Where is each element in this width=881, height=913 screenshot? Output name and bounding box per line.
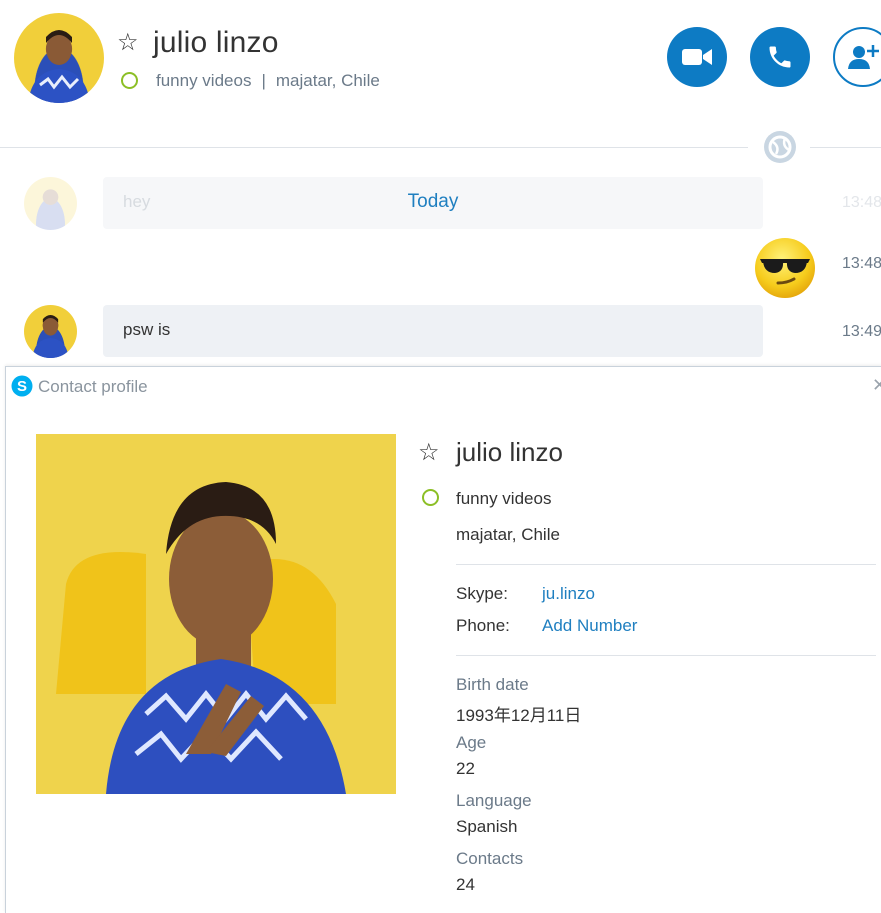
timeline-divider [810,147,881,148]
globe-icon [764,131,796,163]
add-contact-button[interactable] [833,27,881,87]
profile-location: majatar, Chile [456,525,560,544]
presence-status-icon [121,72,138,89]
message-text: psw is [123,320,171,339]
audio-call-button[interactable] [750,27,810,87]
profile-photo[interactable] [36,434,396,794]
language-value: Spanish [456,817,518,836]
language-label: Language [456,791,532,810]
skype-icon: S [11,375,33,397]
timeline-divider [0,147,748,148]
panel-title: Contact profile [38,377,148,396]
section-divider [456,655,876,656]
message-bubble[interactable]: hey Today [103,177,763,229]
message-time: 13:49 [842,323,881,340]
close-icon[interactable]: ✕ [872,375,881,396]
age-value: 22 [456,759,475,778]
contacts-value: 24 [456,875,475,894]
favorite-star-icon[interactable]: ☆ [117,31,139,55]
skype-name-link[interactable]: ju.linzo [542,584,595,604]
contact-avatar[interactable] [14,13,104,103]
status-separator: | [261,71,266,90]
section-divider [456,564,876,565]
profile-mood: funny videos [456,489,552,508]
add-contact-icon [848,45,879,69]
message-bubble[interactable]: psw is [103,305,763,357]
contact-location: majatar, Chile [275,71,380,90]
day-separator-label: Today [407,191,459,212]
video-call-icon [682,49,712,65]
phone-label: Phone: [456,616,510,635]
skype-label: Skype: [456,584,508,603]
birth-date-value: 1993年12月11日 [456,706,582,725]
sunglasses-emoji-icon [755,238,815,298]
add-number-link[interactable]: Add Number [542,616,637,636]
message-time: 13:48 [842,255,881,272]
profile-name: julio linzo [456,437,563,467]
presence-status-icon [422,489,439,506]
phone-icon [769,46,791,68]
message-avatar[interactable] [24,305,77,358]
video-call-button[interactable] [667,27,727,87]
message-avatar[interactable] [24,177,77,230]
age-label: Age [456,733,487,752]
svg-text:S: S [17,378,27,395]
conversation-header: ☆ julio linzo funny videos | majatar, Chil… [0,0,881,120]
favorite-star-icon[interactable]: ☆ [418,441,440,465]
message-time: 13:48 [842,194,881,211]
mood-message: funny videos [156,71,252,90]
contact-profile-panel: S Contact profile ✕ ☆ julio linzo funny … [5,366,881,913]
contact-name: julio linzo [153,26,279,59]
contacts-label: Contacts [456,849,524,868]
contact-status-line: funny videos | majatar, Chile [156,71,380,91]
birth-date-label: Birth date [456,675,529,694]
